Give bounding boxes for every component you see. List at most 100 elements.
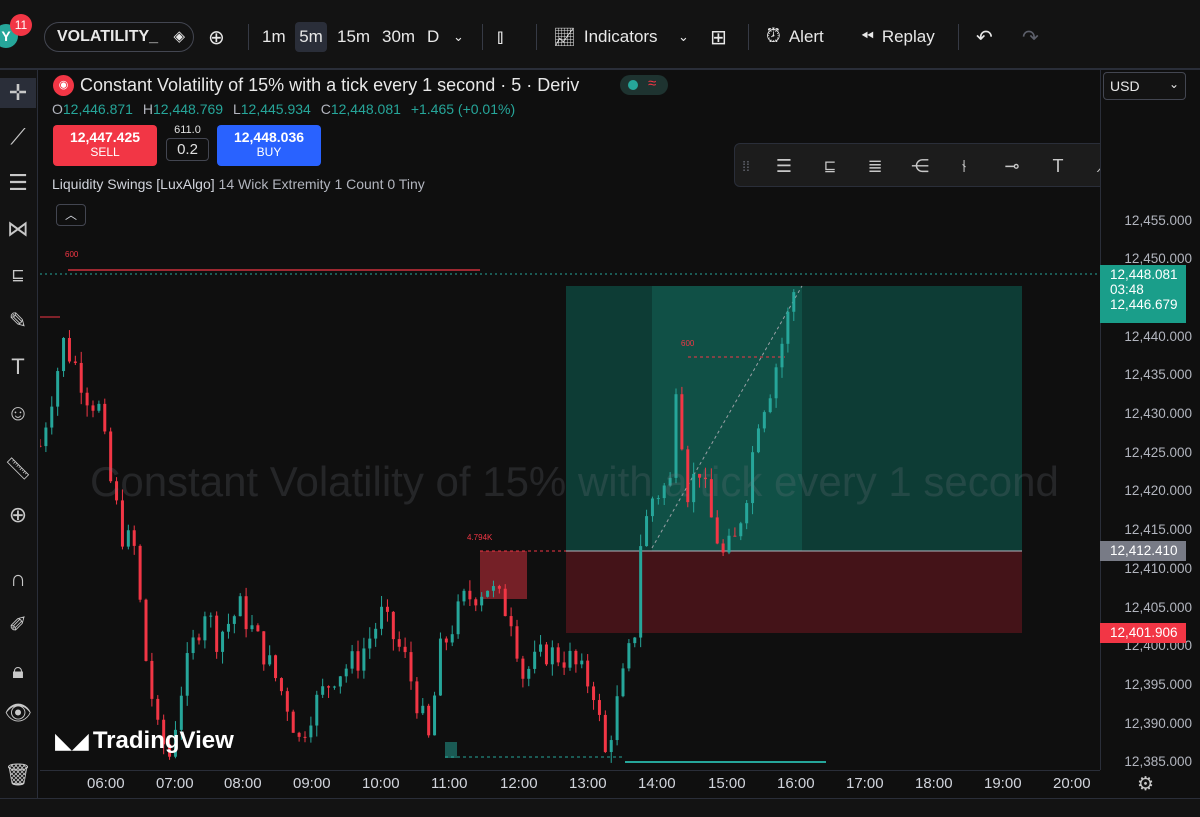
- divider: [482, 24, 483, 50]
- price-range-icon[interactable]: ⫮: [949, 154, 979, 178]
- emoji-icon[interactable]: ☺: [0, 398, 36, 428]
- interval-d[interactable]: D: [427, 22, 439, 52]
- candle-body: [291, 711, 295, 733]
- horizontal-ray-icon[interactable]: ☰: [769, 154, 799, 178]
- pitchfork-icon[interactable]: ⋲: [905, 154, 935, 178]
- candle-body: [262, 631, 266, 665]
- candle-body: [609, 740, 613, 753]
- alert-label: Alert: [788, 27, 824, 46]
- trash-icon[interactable]: 🗑︎: [0, 760, 36, 790]
- candle-body: [126, 530, 130, 547]
- stop-loss-zone[interactable]: [566, 551, 1022, 633]
- symbol-search-button[interactable]: VOLATILITY_ ◈: [44, 22, 194, 52]
- interval-1m[interactable]: 1m: [262, 22, 286, 52]
- tp-price: 12,446.679: [1110, 297, 1178, 312]
- spread-box[interactable]: 611.0 0.2: [166, 124, 209, 166]
- settings-gear-icon[interactable]: ⚙: [1137, 773, 1154, 796]
- candle-body: [568, 650, 572, 668]
- redo-icon[interactable]: ↷: [1022, 22, 1039, 52]
- chevron-down-icon[interactable]: ⌄: [453, 22, 464, 52]
- time-tick: 20:00: [1053, 775, 1091, 792]
- candle-body: [309, 725, 313, 738]
- horizontal-lines-icon[interactable]: ☰: [0, 168, 36, 198]
- candle-body: [356, 651, 360, 671]
- brush-icon[interactable]: ✎: [0, 306, 36, 336]
- chevron-down-icon[interactable]: ⌄: [678, 22, 689, 52]
- tv-logo-icon: ◣◢: [55, 728, 89, 753]
- candle-body: [733, 535, 737, 537]
- sell-button[interactable]: 12,447.425 SELL: [53, 125, 157, 166]
- candle-body: [680, 394, 684, 450]
- candle-body: [450, 634, 454, 643]
- candle-body: [250, 625, 254, 630]
- candle-body: [515, 626, 519, 659]
- sell-price: 12,447.425: [69, 129, 141, 145]
- candle-body: [179, 695, 183, 730]
- magnet-icon[interactable]: ∩: [0, 564, 36, 594]
- time-tick: 08:00: [224, 775, 262, 792]
- candle-body: [597, 700, 601, 715]
- candle-body: [50, 406, 54, 428]
- fib-retracement-icon[interactable]: ⊑: [815, 154, 845, 178]
- candle-body: [97, 403, 101, 411]
- horizontal-line-icon[interactable]: ⊸: [997, 154, 1027, 178]
- text-icon[interactable]: T: [0, 352, 36, 382]
- collapse-legend-button[interactable]: ︿: [56, 204, 86, 226]
- add-symbol-icon[interactable]: ⊕: [208, 22, 225, 52]
- currency-select[interactable]: USD ⌄: [1103, 72, 1186, 100]
- candle-body: [562, 662, 566, 668]
- time-axis[interactable]: 06:00 07:00 08:00 09:00 10:00 11:00 12:0…: [40, 770, 1100, 798]
- price-tick: 12,430.000: [1124, 406, 1192, 421]
- indicators-button[interactable]: 📈︎ Indicators: [553, 22, 658, 52]
- lock-drawing-icon[interactable]: ✐: [0, 610, 36, 640]
- candle-body: [786, 311, 790, 344]
- indicator-legend[interactable]: Liquidity Swings [LuxAlgo] 14 Wick Extre…: [52, 176, 425, 192]
- candle-body: [792, 292, 796, 312]
- indicators-label: Indicators: [583, 27, 658, 46]
- alert-button[interactable]: ⏰︎ Alert: [766, 22, 824, 52]
- candle-body: [586, 660, 590, 687]
- zoom-icon[interactable]: ⊕: [0, 500, 36, 530]
- layout-grid-icon[interactable]: ⊞: [710, 22, 727, 52]
- candle-body: [486, 590, 490, 597]
- candle-body: [621, 668, 625, 697]
- candle-body: [780, 343, 784, 368]
- interval-5m[interactable]: 5m: [295, 22, 327, 52]
- long-position-icon[interactable]: ≣: [860, 154, 890, 178]
- price-tick: 12,420.000: [1124, 483, 1192, 498]
- time-tick: 10:00: [362, 775, 400, 792]
- time-tick: 17:00: [846, 775, 884, 792]
- crosshair-icon[interactable]: ✛: [0, 78, 36, 108]
- replay-button[interactable]: ⏪︎ Replay: [861, 22, 935, 52]
- close-value: 12,448.081: [330, 101, 401, 117]
- interval-15m[interactable]: 15m: [337, 22, 370, 52]
- trendline-icon[interactable]: ⟋: [0, 122, 36, 152]
- spread-top: 611.0: [174, 124, 201, 136]
- candle-body: [556, 647, 560, 663]
- ruler-icon[interactable]: 📏︎: [0, 454, 36, 484]
- candle-body: [539, 644, 543, 652]
- candle-body: [256, 625, 260, 632]
- undo-icon[interactable]: ↶: [976, 22, 993, 52]
- drag-handle-icon[interactable]: ⁞⁞: [731, 154, 761, 178]
- candle-body: [380, 606, 384, 629]
- candle-style-icon[interactable]: ⫾: [497, 22, 503, 52]
- price-axis[interactable]: 12,455.000 12,450.000 12,440.000 12,435.…: [1100, 70, 1200, 770]
- lock-icon[interactable]: 🔒︎: [0, 656, 36, 686]
- eye-icon[interactable]: 👁︎: [0, 698, 36, 728]
- divider: [748, 24, 749, 50]
- interval-30m[interactable]: 30m: [382, 22, 415, 52]
- time-tick: 07:00: [156, 775, 194, 792]
- text-tool-icon[interactable]: T: [1043, 154, 1073, 178]
- candle-body: [533, 651, 537, 669]
- fib-icon[interactable]: ⊑: [0, 260, 36, 290]
- time-tick: 16:00: [777, 775, 815, 792]
- candle-body: [62, 337, 66, 372]
- candle-body: [645, 516, 649, 547]
- pattern-icon[interactable]: ⋈: [0, 214, 36, 244]
- price-tick: 12,405.000: [1124, 600, 1192, 615]
- candle-body: [474, 599, 478, 606]
- candle-body: [462, 590, 466, 602]
- buy-button[interactable]: 12,448.036 BUY: [217, 125, 321, 166]
- top-toolbar: Y 11 VOLATILITY_ ◈ ⊕ 1m 5m 15m 30m D ⌄ ⫾…: [0, 0, 1200, 70]
